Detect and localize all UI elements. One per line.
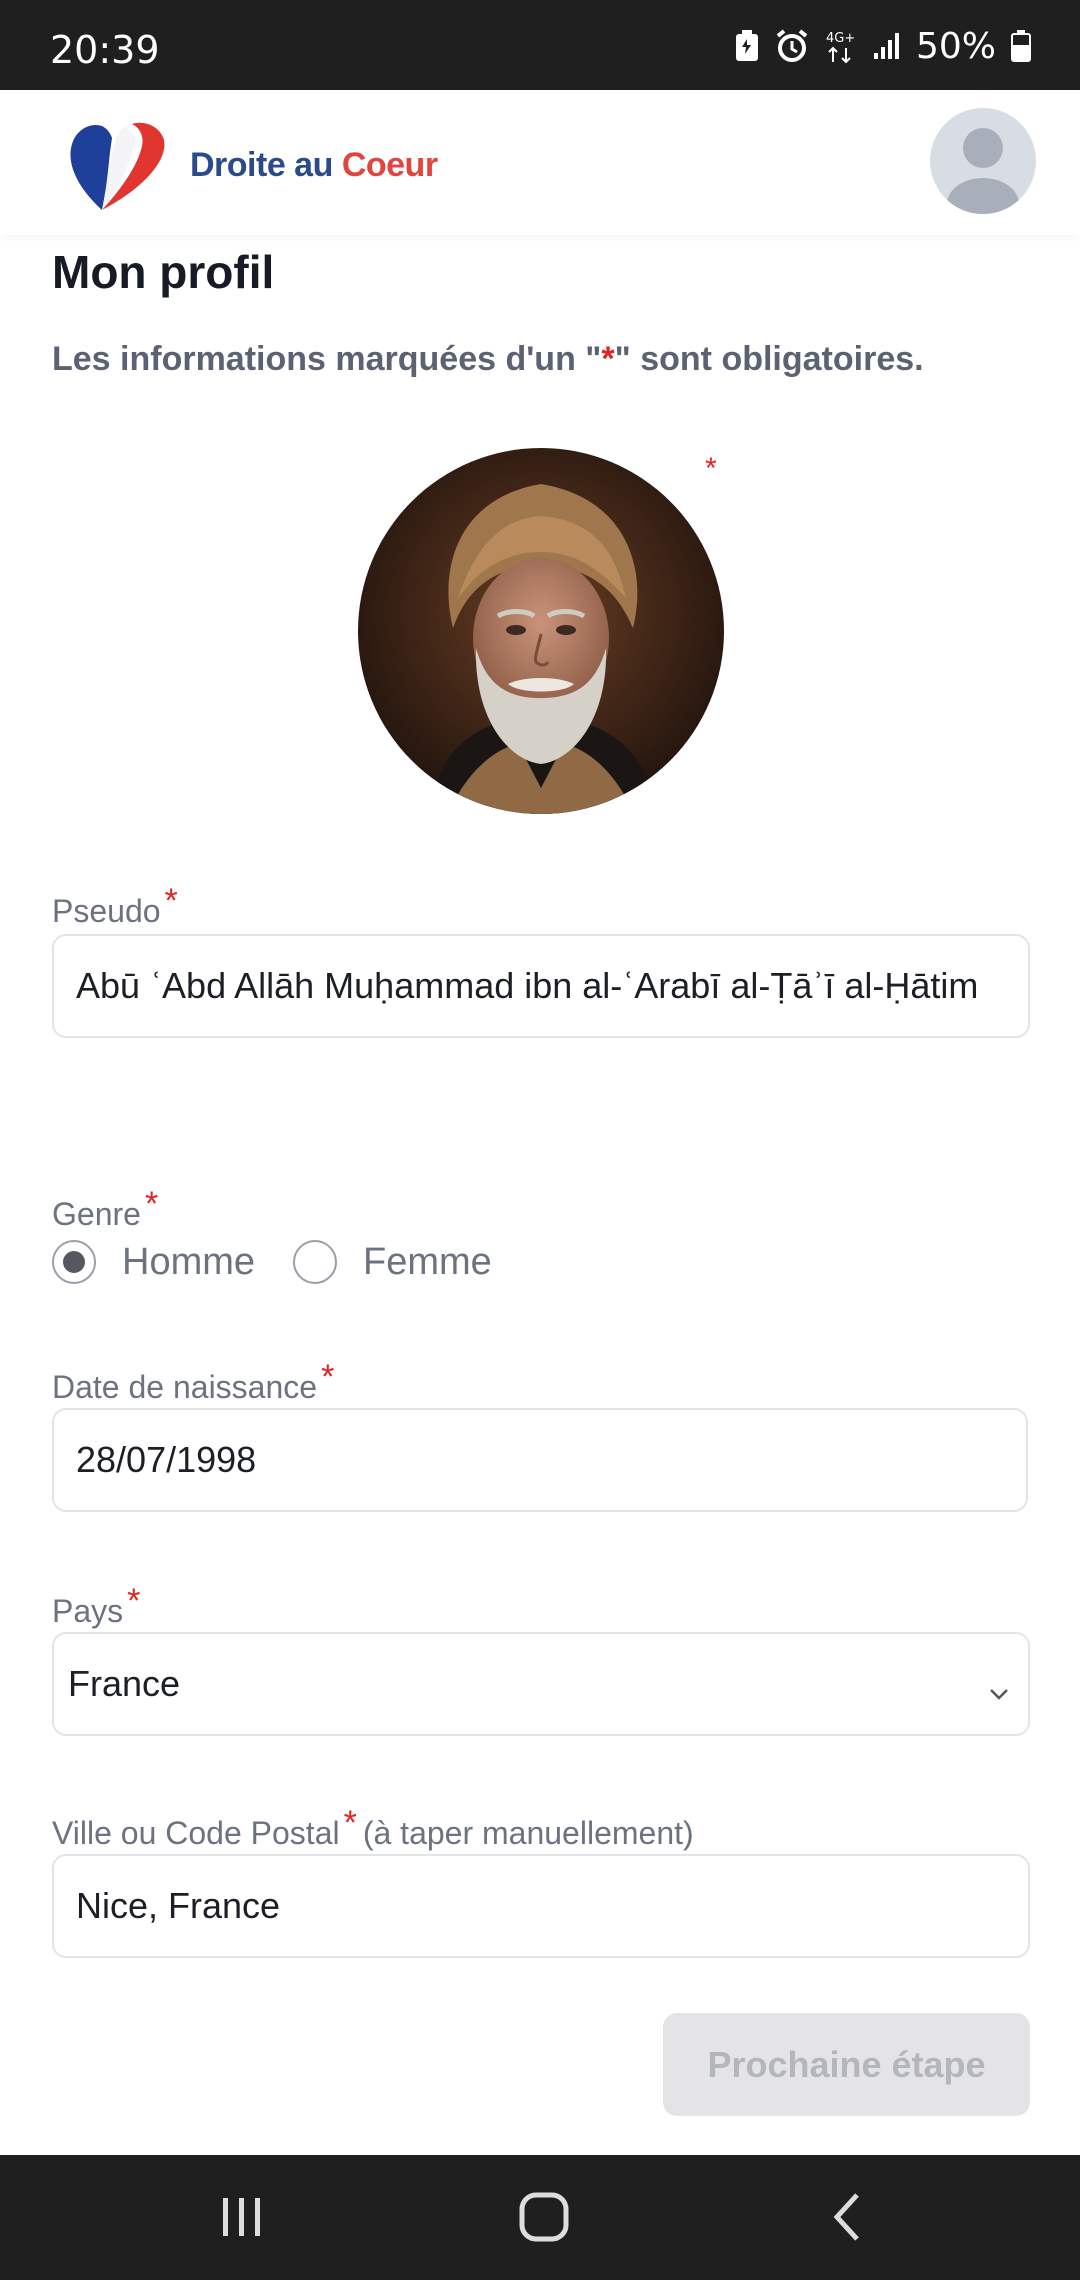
recent-apps-icon[interactable] <box>210 2185 274 2249</box>
pseudo-label: Pseudo * <box>52 882 178 930</box>
country-select-value: France <box>68 1663 181 1704</box>
genre-required-star: * <box>144 1185 159 1223</box>
radio-homme-label[interactable]: Homme <box>122 1241 255 1284</box>
brand-name-part1: Droite au <box>190 146 342 184</box>
required-note-star: * <box>601 340 615 378</box>
brand-name: Droite au Coeur <box>190 146 438 185</box>
photo-required-star: * <box>705 452 717 485</box>
app-header: Droite au Coeur <box>0 90 1080 235</box>
city-required-star: * <box>343 1804 357 1842</box>
4g-data-icon: 4G+ <box>824 28 858 64</box>
genre-radio-group: Homme Femme <box>52 1232 530 1292</box>
chevron-down-icon <box>988 1672 1010 1700</box>
birthdate-label-text: Date de naissance <box>52 1369 318 1405</box>
home-icon[interactable] <box>512 2185 576 2249</box>
radio-homme-selected-dot <box>63 1251 85 1273</box>
battery-icon <box>1010 29 1032 63</box>
battery-saver-icon <box>734 29 760 63</box>
country-required-star: * <box>127 1582 141 1620</box>
alarm-icon <box>774 28 810 64</box>
page-title: Mon profil <box>52 246 275 298</box>
country-label: Pays * <box>52 1582 140 1630</box>
city-label: Ville ou Code Postal * (à taper manuelleme… <box>52 1804 694 1852</box>
status-time: 20:39 <box>50 28 160 72</box>
required-note-suffix: " sont obligatoires. <box>614 340 924 378</box>
user-avatar-icon[interactable] <box>930 108 1036 214</box>
radio-femme-label[interactable]: Femme <box>363 1241 492 1284</box>
profile-photo[interactable] <box>358 448 724 814</box>
city-label-text: Ville ou Code Postal <box>52 1815 340 1851</box>
city-input[interactable]: Nice, France <box>52 1854 1030 1958</box>
birthdate-required-star: * <box>321 1358 335 1396</box>
required-note-prefix: Les informations marquées d'un " <box>52 340 602 378</box>
country-label-text: Pays <box>52 1593 124 1629</box>
city-hint: (à taper manuellement) <box>362 1815 694 1851</box>
birthdate-label: Date de naissance * <box>52 1358 334 1406</box>
back-icon[interactable] <box>815 2185 879 2249</box>
genre-label: Genre * <box>52 1185 158 1233</box>
next-step-button[interactable]: Prochaine étape <box>663 2013 1030 2116</box>
radio-homme[interactable] <box>52 1240 96 1284</box>
status-bar: 20:39 4G+ 50% <box>0 0 1080 90</box>
genre-label-text: Genre <box>52 1196 141 1232</box>
radio-femme[interactable] <box>293 1240 338 1284</box>
required-note: Les informations marquées d'un "*" sont … <box>52 340 924 379</box>
battery-percent: 50% <box>915 25 996 67</box>
heart-logo-icon[interactable] <box>64 112 174 222</box>
pseudo-label-text: Pseudo <box>52 893 161 929</box>
svg-text:4G+: 4G+ <box>826 31 855 46</box>
country-select[interactable]: France <box>52 1632 1030 1736</box>
brand-name-part2: Coeur <box>341 146 438 184</box>
status-icons: 4G+ 50% <box>734 24 1032 68</box>
system-nav-bar <box>0 2155 1080 2280</box>
pseudo-required-star: * <box>164 882 178 920</box>
pseudo-input[interactable]: Abū ʿAbd Allāh Muḥammad ibn al-ʿArabī al… <box>52 934 1030 1038</box>
signal-icon <box>872 31 902 61</box>
birthdate-input[interactable]: 28/07/1998 <box>52 1408 1028 1512</box>
